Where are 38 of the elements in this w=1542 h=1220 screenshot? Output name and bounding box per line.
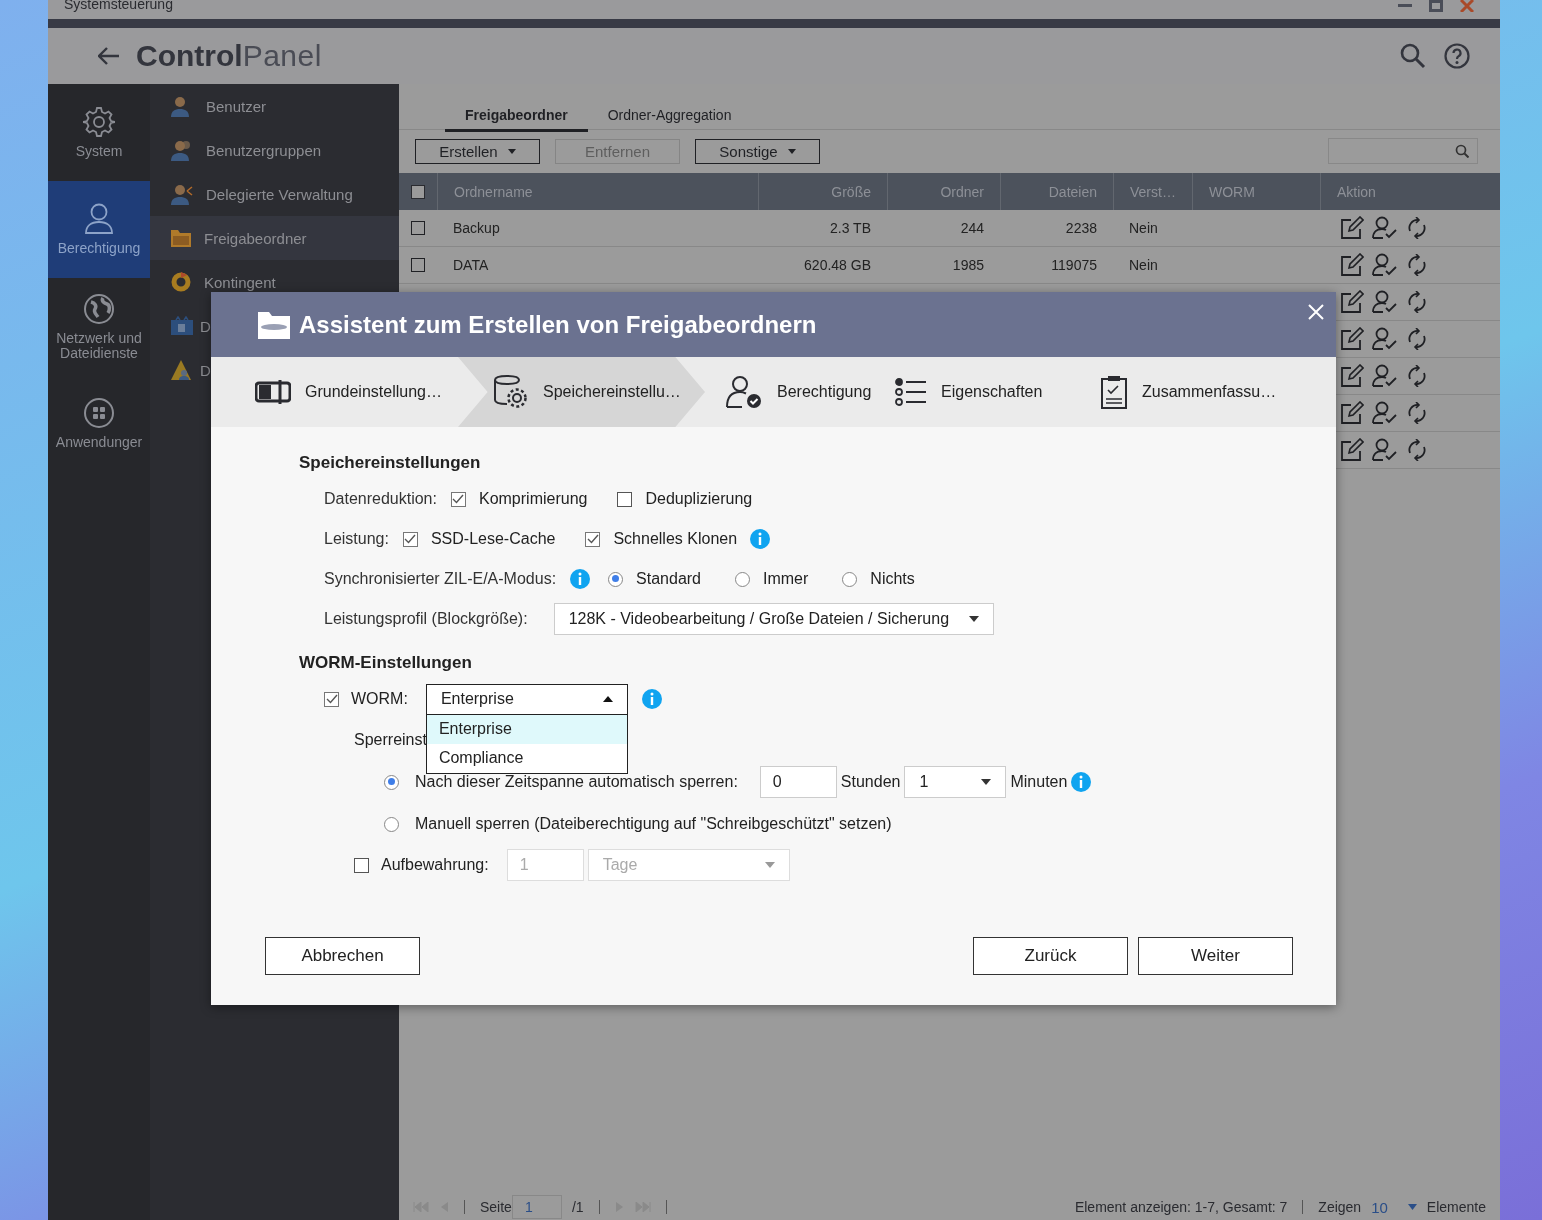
page-label: Seite	[480, 1199, 512, 1215]
field-label: WORM:	[351, 690, 408, 708]
table-cell: 119075	[1051, 257, 1097, 273]
option-label: Nach dieser Zeitspanne automatisch sperren:	[415, 773, 738, 791]
show-label: Zeigen	[1318, 1199, 1362, 1215]
dialog-title: Assistent zum Erstellen von Freigabeordnern	[299, 310, 817, 339]
table-cell: Nein	[1129, 257, 1158, 273]
option-label: Nichts	[870, 570, 915, 588]
option-label: Schnelles Klonen	[613, 530, 738, 548]
item-summary: Element anzeigen: 1-7, Gesamt: 7	[1074, 1199, 1288, 1215]
option-label: SSD-Lese-Cache	[430, 530, 556, 548]
table-cell: Nein	[1129, 220, 1158, 236]
option-label: Komprimierung	[478, 490, 588, 508]
unit-label: Stunden	[840, 773, 901, 791]
table-cell: Backup	[453, 220, 500, 236]
field-label: Datenreduktion:	[324, 490, 437, 508]
unit-label: Elemente	[1426, 1199, 1486, 1215]
option-label: Immer	[763, 570, 809, 588]
table-cell: 2.3 TB	[830, 220, 871, 236]
app-title: ControlPanel	[136, 39, 322, 73]
unit-label: Minuten	[1010, 773, 1068, 791]
option-label: Manuell sperren (Dateiberechtigung auf "Schreibgeschützt" setzen)	[415, 815, 892, 833]
table-cell: DATA	[453, 257, 489, 273]
option-label: Standard	[636, 570, 701, 588]
option-label: Deduplizierung	[645, 490, 753, 508]
field-label: Leistungsprofil (Blockgröße):	[324, 610, 528, 628]
field-label: Aufbewahrung:	[381, 856, 489, 874]
window-title: Systemsteuerung	[64, 0, 173, 12]
field-label: Synchronisierter ZIL-E/A-Modus:	[324, 570, 557, 588]
table-cell: 244	[960, 220, 984, 236]
table-cell: 2238	[1065, 220, 1097, 236]
table-cell: 620.48 GB	[804, 257, 871, 273]
table-cell: 1985	[952, 257, 984, 273]
page-total: /1	[571, 1199, 584, 1215]
field-label: Sperreinst	[354, 731, 427, 749]
field-label: Leistung:	[324, 530, 389, 548]
section-heading: Speichereinstellungen	[299, 453, 482, 474]
section-heading: WORM-Einstellungen	[299, 653, 473, 674]
